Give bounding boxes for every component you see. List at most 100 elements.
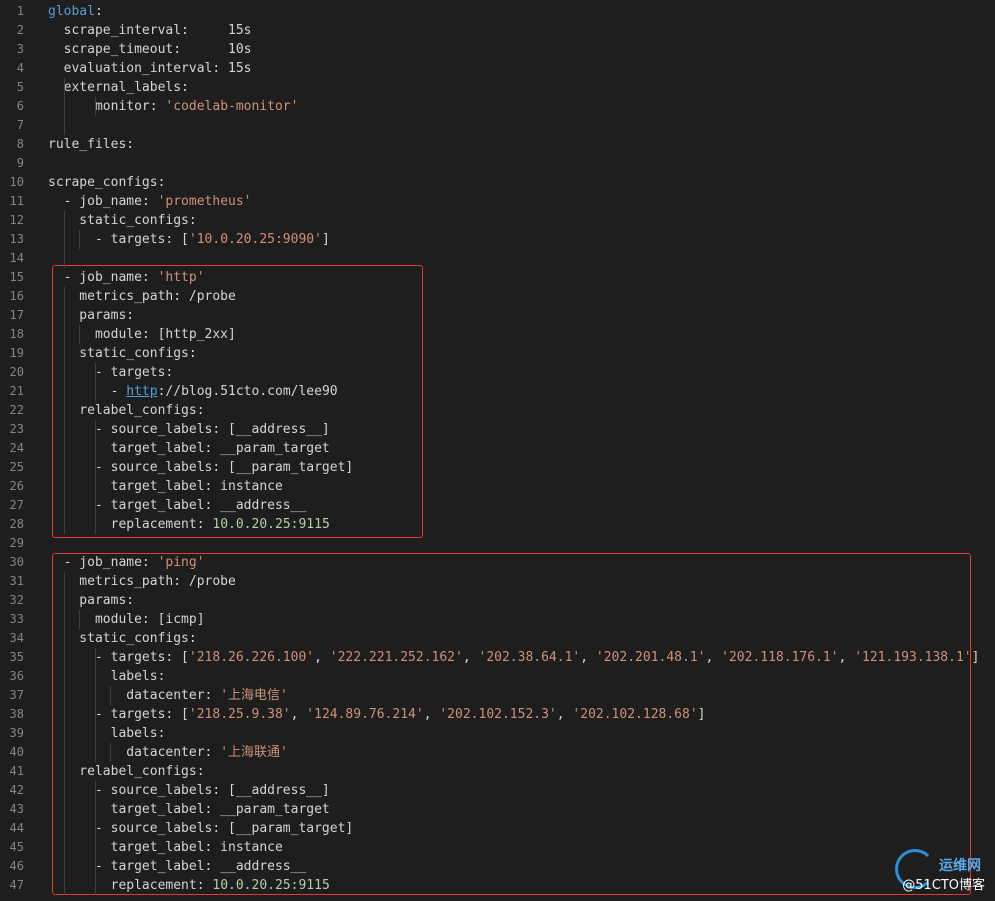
code-line[interactable]: 13 - targets: ['10.0.20.25:9090'] [0, 230, 995, 249]
code-line[interactable]: 2 scrape_interval: 15s [0, 21, 995, 40]
line-number: 30 [9, 555, 24, 569]
line-number: 29 [9, 536, 24, 550]
code-token: ] [971, 650, 980, 665]
line-number: 37 [9, 688, 24, 702]
code-text: global: [48, 2, 103, 21]
code-editor[interactable]: 1 global: 2 scrape_interval: 15s 3 scrape_t… [0, 0, 995, 901]
indent-guide [79, 230, 81, 249]
line-number: 9 [16, 156, 24, 170]
line-number: 35 [9, 650, 24, 664]
code-token: - job_name: [48, 194, 158, 209]
code-token: rule_files: [48, 137, 135, 152]
code-line[interactable]: 4 evaluation_interval: 15s [0, 59, 995, 78]
line-number: 44 [9, 821, 24, 835]
line-number: 23 [9, 422, 24, 436]
line-number: 11 [9, 194, 24, 208]
code-text: evaluation_interval: 15s [48, 59, 252, 78]
line-number: 27 [9, 498, 24, 512]
line-number: 8 [16, 137, 24, 151]
indent-guide [94, 363, 96, 401]
code-token: scrape_timeout: [48, 42, 229, 57]
watermark-brand: @51CTO博客 [902, 878, 985, 893]
string-token: 'prometheus' [157, 194, 252, 209]
code-token: 15s [228, 23, 252, 38]
code-text: - job_name: 'prometheus' [48, 192, 252, 211]
code-line[interactable]: 5 external_labels: [0, 78, 995, 97]
code-line[interactable]: 11 - job_name: 'prometheus' [0, 192, 995, 211]
line-number: 3 [16, 42, 24, 56]
line-number: 14 [9, 251, 24, 265]
line-number: 26 [9, 479, 24, 493]
code-line[interactable]: 10 scrape_configs: [0, 173, 995, 192]
line-number: 12 [9, 213, 24, 227]
line-number: 38 [9, 707, 24, 721]
indent-guide [63, 572, 65, 895]
line-number: 6 [16, 99, 24, 113]
line-number: 18 [9, 327, 24, 341]
highlight-box-http-job [52, 265, 423, 538]
line-number: 2 [16, 23, 24, 37]
line-number: 21 [9, 384, 24, 398]
line-number: 46 [9, 859, 24, 873]
code-line[interactable]: 8 rule_files: [0, 135, 995, 154]
line-number: 34 [9, 631, 24, 645]
code-token: monitor: [48, 99, 166, 114]
line-number: 45 [9, 840, 24, 854]
code-line[interactable]: 6 monitor: 'codelab-monitor' [0, 97, 995, 116]
indent-guide [94, 781, 96, 895]
code-text: rule_files: [48, 135, 134, 154]
indent-guide [110, 686, 112, 705]
line-number: 10 [9, 175, 24, 189]
code-line[interactable]: 12 static_configs: [0, 211, 995, 230]
line-number: 43 [9, 802, 24, 816]
code-token: 10s [228, 42, 252, 57]
line-number: 5 [16, 80, 24, 94]
highlight-box-ping-job [52, 553, 971, 895]
line-number: 25 [9, 460, 24, 474]
line-number: 24 [9, 441, 24, 455]
indent-guide [79, 325, 81, 344]
code-token: external_labels: [48, 80, 189, 95]
code-text: scrape_interval: 15s [48, 21, 252, 40]
line-number: 41 [9, 764, 24, 778]
line-number: 39 [9, 726, 24, 740]
line-number: 32 [9, 593, 24, 607]
line-number: 47 [9, 878, 24, 892]
indent-guide [63, 287, 65, 534]
code-line[interactable]: 7 [0, 116, 995, 135]
line-number: 22 [9, 403, 24, 417]
line-number: 20 [9, 365, 24, 379]
code-text: external_labels: [48, 78, 189, 97]
code-token: 15s [228, 61, 252, 76]
code-token: static_configs: [48, 213, 197, 228]
indent-guide [94, 97, 96, 116]
string-token: 'codelab-monitor' [165, 99, 299, 114]
code-token: : [94, 4, 103, 19]
line-number: 15 [9, 270, 24, 284]
line-number: 7 [16, 118, 24, 132]
code-line[interactable]: 3 scrape_timeout: 10s [0, 40, 995, 59]
line-number: 33 [9, 612, 24, 626]
line-number: 31 [9, 574, 24, 588]
code-token: ] [321, 232, 330, 247]
line-number: 42 [9, 783, 24, 797]
code-line[interactable]: 9 [0, 154, 995, 173]
code-token: scrape_configs: [48, 175, 166, 190]
line-number: 28 [9, 517, 24, 531]
code-text: scrape_timeout: 10s [48, 40, 252, 59]
watermark-site: 运维网 [939, 858, 981, 874]
indent-guide [63, 211, 65, 268]
code-token: evaluation_interval: [48, 61, 229, 76]
line-number: 13 [9, 232, 24, 246]
code-text: - targets: ['10.0.20.25:9090'] [48, 230, 330, 249]
line-number: 16 [9, 289, 24, 303]
indent-guide [63, 78, 65, 135]
code-token: global [48, 4, 95, 19]
line-number: 36 [9, 669, 24, 683]
indent-guide [110, 743, 112, 762]
code-line[interactable]: 1 global: [0, 2, 995, 21]
line-number: 40 [9, 745, 24, 759]
line-number: 1 [16, 4, 24, 18]
indent-guide [94, 420, 96, 534]
code-token: - targets: [ [48, 232, 189, 247]
